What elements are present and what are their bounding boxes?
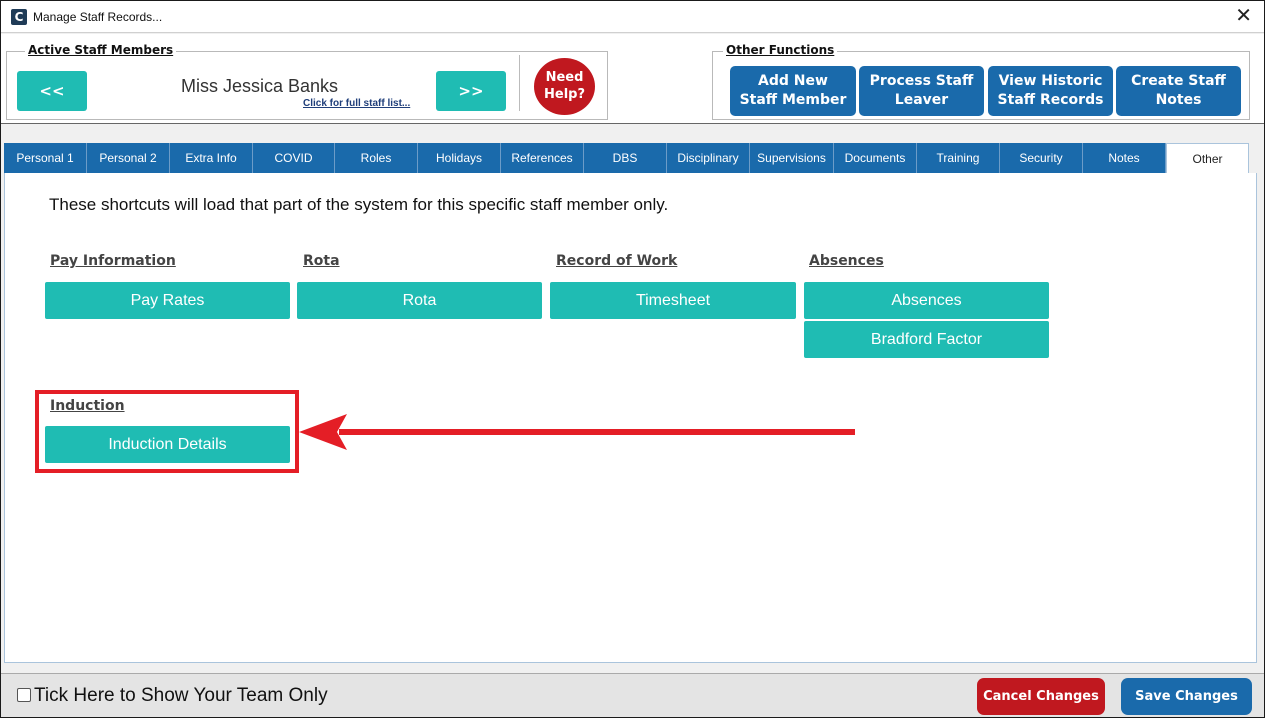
tab-documents[interactable]: Documents (834, 143, 917, 173)
tab-security[interactable]: Security (1000, 143, 1083, 173)
create-notes-line-1: Create Staff (1131, 73, 1226, 89)
app-logo-icon: C (11, 9, 27, 25)
team-only-checkbox[interactable] (17, 688, 31, 702)
process-leaver-line-1: Process Staff (869, 73, 974, 89)
title-bar: C Manage Staff Records... ✕ (1, 1, 1264, 33)
tab-dbs[interactable]: DBS (584, 143, 667, 173)
tab-notes[interactable]: Notes (1083, 143, 1166, 173)
tab-extra-info[interactable]: Extra Info (170, 143, 253, 173)
need-help-button[interactable]: Need Help? (534, 58, 595, 115)
tab-holidays[interactable]: Holidays (418, 143, 501, 173)
rota-heading: Rota (303, 253, 340, 269)
tab-supervisions[interactable]: Supervisions (750, 143, 834, 173)
absences-button[interactable]: Absences (804, 282, 1049, 319)
pay-information-heading: Pay Information (50, 253, 176, 269)
window-title: Manage Staff Records... (33, 10, 163, 24)
tab-training[interactable]: Training (917, 143, 1000, 173)
annotation-arrow-icon (299, 414, 855, 450)
help-divider (519, 55, 520, 111)
tab-personal-2[interactable]: Personal 2 (87, 143, 170, 173)
tab-references[interactable]: References (501, 143, 584, 173)
help-line-1: Need (545, 70, 584, 85)
cancel-changes-button[interactable]: Cancel Changes (977, 678, 1105, 715)
tab-personal-1[interactable]: Personal 1 (4, 143, 87, 173)
view-historic-line-1: View Historic (998, 73, 1103, 89)
tab-disciplinary[interactable]: Disciplinary (667, 143, 750, 173)
staff-name: Miss Jessica Banks (181, 76, 339, 96)
shortcuts-intro-text: These shortcuts will load that part of t… (49, 195, 669, 214)
pay-rates-button[interactable]: Pay Rates (45, 282, 290, 319)
annotation-highlight-box (35, 390, 299, 473)
tab-roles[interactable]: Roles (335, 143, 418, 173)
tab-other[interactable]: Other (1166, 143, 1249, 174)
add-new-staff-button[interactable]: Add New Staff Member (730, 66, 856, 116)
bradford-factor-button[interactable]: Bradford Factor (804, 321, 1049, 358)
process-staff-leaver-button[interactable]: Process Staff Leaver (859, 66, 984, 116)
next-staff-button[interactable]: >> (436, 71, 506, 111)
view-historic-line-2: Staff Records (997, 92, 1104, 108)
tab-bar: Personal 1 Personal 2 Extra Info COVID R… (1, 143, 1264, 174)
create-notes-line-2: Notes (1155, 92, 1202, 108)
create-staff-notes-button[interactable]: Create Staff Notes (1116, 66, 1241, 116)
full-staff-list-link[interactable]: Click for full staff list... (303, 98, 410, 109)
add-new-staff-line-1: Add New (758, 73, 828, 89)
rota-button[interactable]: Rota (297, 282, 542, 319)
previous-staff-button[interactable]: << (17, 71, 87, 111)
save-changes-button[interactable]: Save Changes (1121, 678, 1252, 715)
process-leaver-line-2: Leaver (894, 92, 949, 108)
manage-staff-window: C Manage Staff Records... ✕ Active Staff… (0, 0, 1265, 718)
other-functions-legend: Other Functions (723, 43, 838, 57)
footer-bar: Tick Here to Show Your Team Only Cancel … (1, 673, 1264, 717)
add-new-staff-line-2: Staff Member (739, 92, 847, 108)
view-historic-records-button[interactable]: View Historic Staff Records (988, 66, 1113, 116)
tab-covid[interactable]: COVID (253, 143, 335, 173)
record-of-work-heading: Record of Work (556, 253, 678, 269)
help-line-2: Help? (544, 87, 585, 102)
active-staff-legend: Active Staff Members (25, 43, 177, 57)
absences-heading: Absences (809, 253, 884, 269)
team-only-label[interactable]: Tick Here to Show Your Team Only (34, 685, 328, 707)
close-icon[interactable]: ✕ (1235, 5, 1252, 27)
timesheet-button[interactable]: Timesheet (550, 282, 796, 319)
